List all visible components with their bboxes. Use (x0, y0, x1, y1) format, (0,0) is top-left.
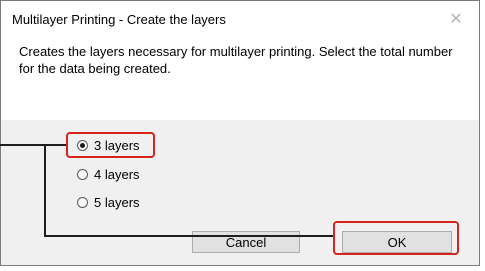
dialog-title: Multilayer Printing - Create the layers (12, 12, 226, 27)
dialog-message: Creates the layers necessary for multila… (19, 44, 453, 76)
highlight-ok-button (333, 221, 459, 255)
radio-4-layers[interactable]: 4 layers (77, 165, 140, 183)
radio-button-icon[interactable] (77, 168, 88, 180)
callout-line-top (0, 144, 66, 146)
highlight-3-layers (66, 132, 155, 158)
title-bar: Multilayer Printing - Create the layers … (1, 1, 479, 36)
radio-label: 4 layers (94, 166, 140, 182)
radio-label: 5 layers (94, 194, 140, 210)
radio-button-icon[interactable] (77, 196, 88, 208)
message-area: Creates the layers necessary for multila… (1, 36, 479, 120)
close-icon[interactable]: ✕ (433, 1, 479, 36)
callout-line-vertical (44, 144, 46, 237)
radio-5-layers[interactable]: 5 layers (77, 193, 140, 211)
callout-line-bottom (44, 235, 333, 237)
